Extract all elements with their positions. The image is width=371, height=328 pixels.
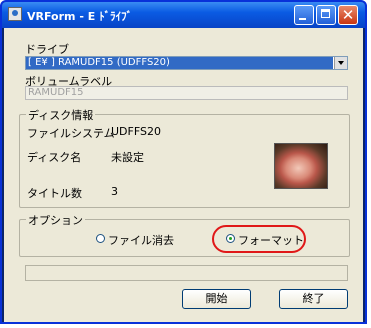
filesystem-label: ファイルシステム — [27, 127, 115, 140]
minimize-button[interactable] — [294, 5, 314, 25]
drive-selected-value: [ E¥ ] RAMUDF15 (UDFFS20) — [26, 57, 333, 69]
disk-thumbnail — [274, 143, 328, 189]
chevron-down-icon[interactable] — [334, 57, 347, 69]
window-title: VRForm - E ﾄﾞﾗｲﾌﾞ — [27, 10, 133, 23]
disk-name-value: 未設定 — [111, 151, 144, 164]
title-bar[interactable]: VRForm - E ﾄﾞﾗｲﾌﾞ ✕ — [2, 2, 365, 28]
options-legend: オプション — [26, 212, 85, 228]
drive-select[interactable]: [ E¥ ] RAMUDF15 (UDFFS20) — [25, 56, 348, 70]
title-count-value: 3 — [111, 185, 118, 198]
app-window: VRForm - E ﾄﾞﾗｲﾌﾞ ✕ ドライブ [ E¥ ] RAMUDF15… — [0, 0, 367, 324]
app-icon — [8, 7, 22, 21]
start-button[interactable]: 開始 — [182, 289, 251, 309]
filesystem-value: UDFFS20 — [111, 125, 161, 138]
erase-files-radio[interactable] — [96, 234, 105, 243]
highlight-ring — [212, 225, 306, 253]
disk-info-legend: ディスク情報 — [26, 107, 96, 123]
exit-button[interactable]: 終了 — [279, 289, 348, 309]
close-button[interactable]: ✕ — [338, 5, 358, 25]
disk-name-label: ディスク名 — [27, 151, 82, 164]
maximize-button[interactable] — [316, 5, 336, 25]
close-icon: ✕ — [341, 6, 355, 24]
erase-files-label[interactable]: ファイル消去 — [108, 232, 174, 248]
drive-label: ドライブ — [25, 43, 69, 56]
title-count-label: タイトル数 — [27, 187, 82, 200]
volume-label-field: RAMUDF15 — [25, 86, 348, 100]
progress-bar — [25, 265, 348, 281]
dialog-body: ドライブ [ E¥ ] RAMUDF15 (UDFFS20) ボリュームラベル … — [4, 28, 363, 322]
